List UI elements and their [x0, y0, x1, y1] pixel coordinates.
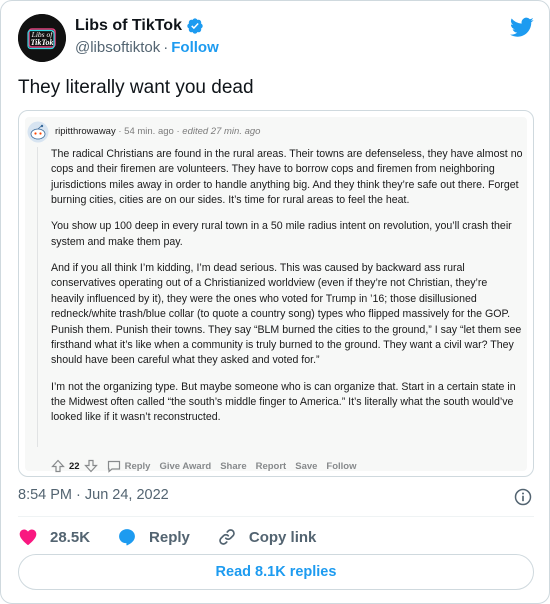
comment-actions: 22 Reply Give Award Share Report Save Fo…: [51, 459, 357, 473]
embedded-image[interactable]: ripitthrowaway · 54 min. ago · edited 27…: [18, 110, 534, 477]
comment-give-award: Give Award: [159, 460, 212, 472]
avatar-text-line2: TikTok: [31, 38, 54, 47]
thread-line: [37, 147, 38, 447]
tweet-card: Libs of TikTok Libs of TikTok @libsoftik…: [0, 0, 550, 604]
like-count: 28.5K: [50, 528, 91, 546]
comment-paragraph: I’m not the organizing type. But maybe s…: [51, 380, 516, 424]
reply-button[interactable]: Reply: [117, 527, 190, 547]
follow-link[interactable]: Follow: [171, 39, 219, 56]
comment-report: Report: [255, 460, 287, 472]
handle-row: @libsoftiktok · Follow: [75, 39, 219, 56]
upvote-icon: [51, 459, 65, 473]
reply-bubble-icon: [119, 529, 135, 546]
tweet-text: They literally want you dead: [18, 77, 254, 98]
comment-meta: ripitthrowaway · 54 min. ago · edited 27…: [55, 126, 260, 137]
comment-edited: edited 27 min. ago: [182, 126, 261, 137]
read-replies-button[interactable]: Read 8.1K replies: [18, 554, 534, 590]
link-icon: [219, 529, 235, 545]
avatar-image: Libs of TikTok: [18, 14, 66, 62]
handle-separator: ·: [163, 39, 169, 56]
twitter-bird-icon[interactable]: [510, 15, 534, 39]
comment-follow: Follow: [326, 460, 357, 472]
info-icon[interactable]: [513, 487, 533, 507]
comment-reply-label: Reply: [124, 460, 151, 472]
snoo-avatar-icon: [27, 121, 49, 143]
verified-badge-icon: [187, 18, 203, 34]
name-row: Libs of TikTok: [75, 17, 204, 35]
handle[interactable]: @libsoftiktok: [75, 39, 160, 56]
comment-username: ripitthrowaway: [55, 126, 116, 137]
downvote-icon: [83, 459, 98, 473]
like-button[interactable]: 28.5K: [18, 527, 90, 547]
meta-separator-2: ·: [176, 126, 180, 137]
comment-reply: Reply: [107, 460, 151, 473]
copy-link-label: Copy link: [248, 528, 317, 546]
comment-paragraph: The radical Christians are found in the …: [51, 148, 523, 207]
reddit-comment: ripitthrowaway · 54 min. ago · edited 27…: [25, 117, 527, 473]
heart-icon: [19, 529, 37, 545]
avatar[interactable]: Libs of TikTok: [18, 14, 66, 62]
tweet-timestamp[interactable]: 8:54 PM · Jun 24, 2022: [18, 487, 169, 503]
tweet-header: Libs of TikTok Libs of TikTok @libsoftik…: [18, 14, 534, 64]
vote-score: 22: [69, 460, 80, 472]
comment-body: The radical Christians are found in the …: [51, 147, 523, 437]
comment-time: 54 min. ago: [124, 126, 174, 137]
comment-save: Save: [295, 460, 318, 472]
display-name[interactable]: Libs of TikTok: [75, 17, 182, 35]
divider: [18, 516, 534, 517]
meta-separator: ·: [118, 126, 122, 137]
vote-group: 22: [51, 459, 98, 473]
tweet-actions: 28.5K Reply Copy link: [18, 525, 343, 549]
comment-share: Share: [220, 460, 247, 472]
comment-paragraph: You show up 100 deep in every rural town…: [51, 220, 512, 248]
comment-paragraph: And if you all think I’m kidding, I’m de…: [51, 262, 522, 367]
reply-label: Reply: [149, 528, 190, 546]
copy-link-button[interactable]: Copy link: [217, 527, 317, 547]
comment-icon: [107, 460, 120, 473]
